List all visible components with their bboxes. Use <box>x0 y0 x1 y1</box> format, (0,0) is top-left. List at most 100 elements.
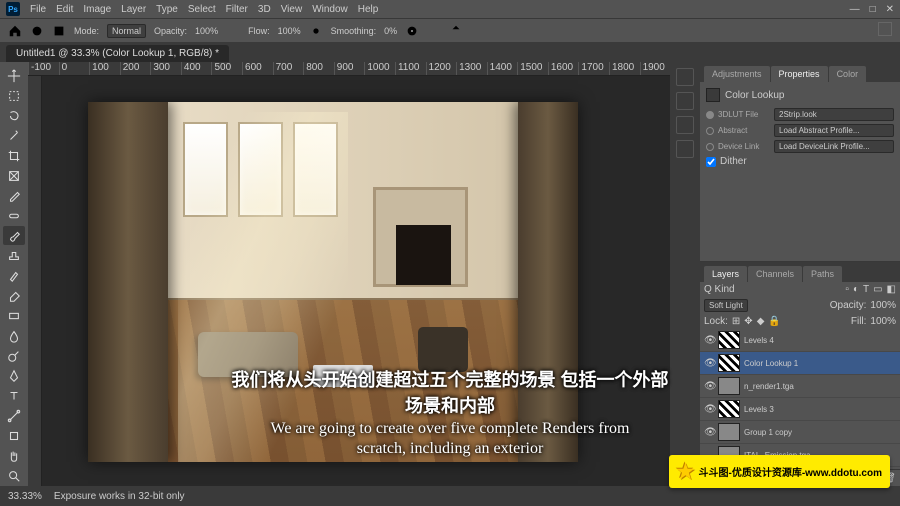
filter-shape-icon[interactable]: ▭ <box>873 284 882 295</box>
abstract-select[interactable]: Load Abstract Profile... <box>774 124 894 137</box>
pen-tool[interactable] <box>3 367 25 386</box>
visibility-icon[interactable]: 👁 <box>704 358 714 368</box>
menu-filter[interactable]: Filter <box>226 4 248 15</box>
ruler-vertical <box>28 76 42 486</box>
lock-all-icon[interactable]: ⊞ <box>732 316 740 327</box>
type-tool[interactable] <box>3 387 25 406</box>
menu-edit[interactable]: Edit <box>56 4 73 15</box>
smoothing-value[interactable]: 0% <box>384 26 397 36</box>
menu-view[interactable]: View <box>281 4 303 15</box>
brush-settings-icon[interactable] <box>52 24 66 38</box>
wand-tool[interactable] <box>3 126 25 145</box>
menu-select[interactable]: Select <box>188 4 216 15</box>
layer-row[interactable]: 👁Color Lookup 1 <box>700 352 900 375</box>
eyedropper-tool[interactable] <box>3 186 25 205</box>
lock-pixels-icon[interactable]: ◆ <box>757 316 765 327</box>
window-close[interactable]: ✕ <box>886 4 894 15</box>
lasso-tool[interactable] <box>3 106 25 125</box>
tab-color[interactable]: Color <box>829 66 867 82</box>
history-brush-tool[interactable] <box>3 266 25 285</box>
layer-opacity-value[interactable]: 100% <box>870 300 896 311</box>
symmetry-icon[interactable] <box>449 24 463 38</box>
devicelink-label: Device Link <box>718 142 770 151</box>
3dlut-label: 3DLUT File <box>718 110 770 119</box>
dodge-tool[interactable] <box>3 347 25 366</box>
visibility-icon[interactable]: 👁 <box>704 404 714 414</box>
menu-type[interactable]: Type <box>156 4 178 15</box>
layer-name: n_render1.tga <box>744 382 896 391</box>
flow-value[interactable]: 100% <box>278 26 301 36</box>
lock-icon[interactable]: 🔒 <box>768 316 780 327</box>
tab-paths[interactable]: Paths <box>803 266 842 282</box>
layer-opacity-label: Opacity: <box>830 300 867 311</box>
visibility-icon[interactable]: 👁 <box>704 381 714 391</box>
path-tool[interactable] <box>3 407 25 426</box>
dither-checkbox[interactable] <box>706 157 716 167</box>
menu-layer[interactable]: Layer <box>121 4 146 15</box>
menu-help[interactable]: Help <box>358 4 379 15</box>
stamp-tool[interactable] <box>3 246 25 265</box>
home-icon[interactable] <box>8 24 22 38</box>
eraser-tool[interactable] <box>3 287 25 306</box>
window-minimize[interactable]: — <box>850 4 860 15</box>
filter-pixel-icon[interactable]: ▫ <box>845 284 849 295</box>
tab-channels[interactable]: Channels <box>748 266 802 282</box>
brush-preset-icon[interactable] <box>30 24 44 38</box>
menu-image[interactable]: Image <box>83 4 111 15</box>
layer-name: Group 1 copy <box>744 428 896 437</box>
heal-tool[interactable] <box>3 206 25 225</box>
blend-mode-select[interactable]: Soft Light <box>704 299 748 312</box>
visibility-icon[interactable]: 👁 <box>704 427 714 437</box>
pressure-size-icon[interactable] <box>427 24 441 38</box>
smoothing-label: Smoothing: <box>331 26 377 36</box>
menu-file[interactable]: File <box>30 4 46 15</box>
move-tool[interactable] <box>3 66 25 85</box>
lock-position-icon[interactable]: ✥ <box>744 316 752 327</box>
swatches-panel-icon[interactable] <box>676 92 694 110</box>
layer-row[interactable]: 👁 n_render1.tga <box>700 375 900 398</box>
workspace-switcher[interactable] <box>878 22 892 36</box>
gradient-tool[interactable] <box>3 307 25 326</box>
marquee-tool[interactable] <box>3 86 25 105</box>
document-tab[interactable]: Untitled1 @ 33.3% (Color Lookup 1, RGB/8… <box>6 45 229 62</box>
status-zoom[interactable]: 33.33% <box>8 491 42 502</box>
tab-adjustments[interactable]: Adjustments <box>704 66 770 82</box>
filter-type-icon[interactable]: T <box>863 284 869 295</box>
radio-3dlut[interactable] <box>706 111 714 119</box>
crop-tool[interactable] <box>3 146 25 165</box>
shape-tool[interactable] <box>3 427 25 446</box>
filter-smart-icon[interactable]: ◧ <box>887 284 896 295</box>
libraries-panel-icon[interactable] <box>676 116 694 134</box>
tab-properties[interactable]: Properties <box>771 66 828 82</box>
visibility-icon[interactable]: 👁 <box>704 335 714 345</box>
frame-tool[interactable] <box>3 166 25 185</box>
color-panel-icon[interactable] <box>676 68 694 86</box>
fill-value[interactable]: 100% <box>870 316 896 327</box>
layer-row[interactable]: 👁Levels 3 <box>700 398 900 421</box>
mode-select[interactable]: Normal <box>107 24 146 38</box>
radio-devicelink[interactable] <box>706 143 714 151</box>
menu-3d[interactable]: 3D <box>258 4 271 15</box>
brush-tool[interactable] <box>3 226 25 245</box>
flow-label: Flow: <box>248 26 270 36</box>
filter-adj-icon[interactable]: ◐ <box>853 284 859 295</box>
layer-thumbnail <box>718 354 740 372</box>
layer-row[interactable]: 👁 Group 1 copy <box>700 421 900 444</box>
layer-thumbnail <box>718 400 740 418</box>
pressure-opacity-icon[interactable] <box>226 24 240 38</box>
history-panel-icon[interactable] <box>676 140 694 158</box>
tab-layers[interactable]: Layers <box>704 266 747 282</box>
menu-window[interactable]: Window <box>312 4 348 15</box>
window-maximize[interactable]: □ <box>870 4 876 15</box>
canvas[interactable] <box>88 102 578 462</box>
smoothing-settings-icon[interactable] <box>405 24 419 38</box>
radio-abstract[interactable] <box>706 127 714 135</box>
blur-tool[interactable] <box>3 327 25 346</box>
hand-tool[interactable] <box>3 447 25 466</box>
zoom-tool[interactable] <box>3 467 25 486</box>
opacity-value[interactable]: 100% <box>195 26 218 36</box>
airbrush-icon[interactable] <box>309 24 323 38</box>
layer-row[interactable]: 👁Levels 4 <box>700 329 900 352</box>
3dlut-select[interactable]: 2Strip.look <box>774 108 894 121</box>
devicelink-select[interactable]: Load DeviceLink Profile... <box>774 140 894 153</box>
